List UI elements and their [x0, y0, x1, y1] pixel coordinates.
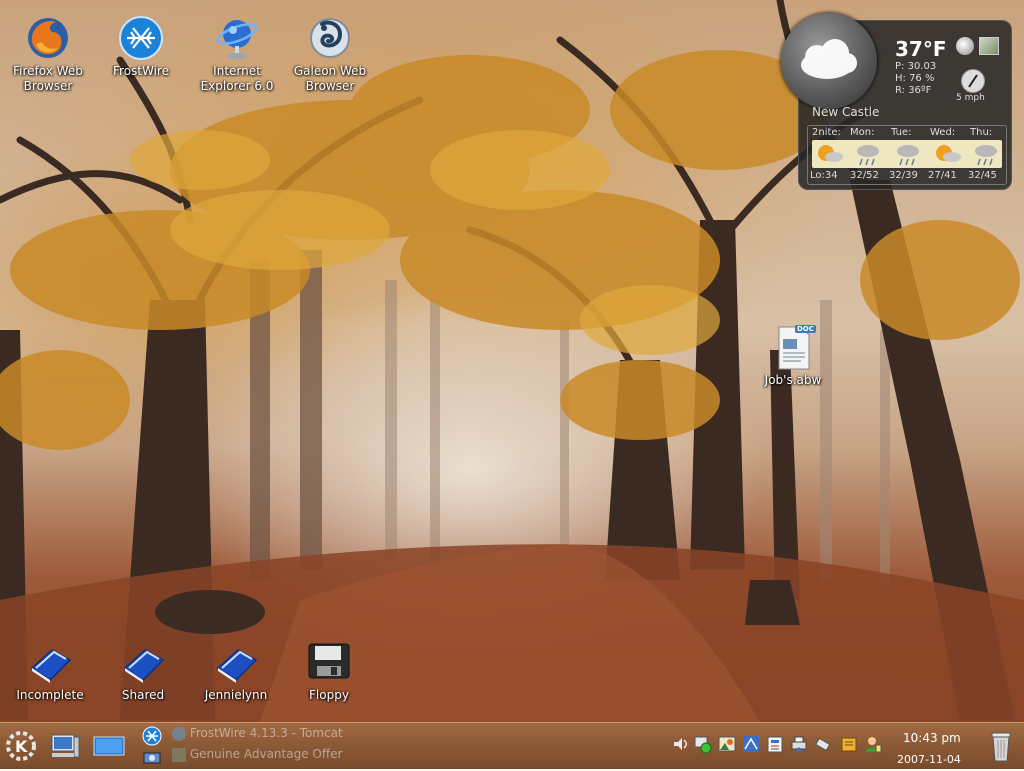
- desktop-icon-shared[interactable]: Shared: [95, 638, 191, 703]
- network-small-icon: [143, 752, 161, 764]
- printer-icon[interactable]: [790, 735, 808, 753]
- internet-explorer-icon: [213, 14, 261, 62]
- user-icon[interactable]: [864, 735, 882, 753]
- weather-real-feel: R: 36ºF: [895, 85, 932, 96]
- show-desktop-button[interactable]: [92, 729, 126, 763]
- document-icon: DOC: [769, 323, 817, 371]
- galeon-icon: [306, 14, 354, 62]
- forecast-day: Mon:: [850, 127, 875, 138]
- desktop-icon-label: FrostWire: [113, 64, 169, 78]
- desktop-icon-label: Floppy: [309, 688, 349, 702]
- rain-cloud-icon: [975, 145, 997, 166]
- forecast-day: Tue:: [891, 127, 912, 138]
- desktop-icon-jennielynn[interactable]: Jennielynn: [188, 638, 284, 703]
- quick-launch-stack[interactable]: [140, 725, 164, 767]
- partly-cloudy-icon: [818, 145, 843, 162]
- map-icon[interactable]: [979, 37, 999, 55]
- rain-cloud-icon: [897, 145, 919, 166]
- desktop-icon-floppy[interactable]: Floppy: [281, 638, 377, 703]
- clipboard-icon[interactable]: [766, 735, 784, 753]
- trash-icon: [991, 732, 1011, 762]
- book-folder-icon: [119, 638, 167, 686]
- weather-temperature: 37°F: [895, 37, 947, 61]
- desktop-icon: [93, 736, 125, 756]
- task-label: FrostWire 4.13.3 - Tomcat: [189, 726, 343, 740]
- taskbar-task-frostwire[interactable]: FrostWire 4.13.3 - Tomcat: [172, 726, 352, 744]
- frostwire-task-icon: [172, 726, 186, 741]
- frostwire-small-icon: [142, 726, 162, 746]
- svg-text:K: K: [15, 737, 28, 756]
- my-computer-button[interactable]: [48, 729, 82, 763]
- desktop-icon-firefox[interactable]: Firefox Web Browser: [0, 14, 96, 94]
- doc-badge: DOC: [795, 325, 816, 333]
- network-status-icon[interactable]: [694, 735, 712, 754]
- weather-pressure: P: 30.03: [895, 61, 937, 72]
- book-folder-icon: [26, 638, 74, 686]
- forecast-temps: 32/39: [889, 170, 918, 181]
- volume-icon[interactable]: [672, 735, 690, 753]
- globe-icon[interactable]: [956, 37, 974, 55]
- forecast-icon-strip: [812, 140, 1002, 168]
- kde-menu-button[interactable]: K: [4, 729, 38, 763]
- trash-button[interactable]: [986, 729, 1016, 763]
- desktop-icon-internet-explorer[interactable]: Internet Explorer 6.0: [189, 14, 285, 94]
- desktop-icon-incomplete[interactable]: Incomplete: [2, 638, 98, 703]
- taskbar: K FrostWire 4.13.3 - Tomcat Genuine Adva…: [0, 722, 1024, 769]
- weather-widget[interactable]: 37°F P: 30.03 H: 76 % R: 36ºF 5 mph New …: [781, 13, 1012, 190]
- forecast-temps: Lo:34: [810, 170, 838, 181]
- desktop-icon-label: Internet Explorer 6.0: [200, 64, 274, 93]
- desktop-icon-label: Shared: [121, 688, 165, 702]
- desktop-icon-jobs-abw[interactable]: DOC Job's.abw: [745, 323, 841, 388]
- desktop-icon-label: Job's.abw: [764, 373, 822, 387]
- forecast-temps: 32/52: [850, 170, 879, 181]
- forecast-temps: 27/41: [928, 170, 957, 181]
- floppy-disk-icon: [305, 638, 353, 686]
- frostwire-icon: [117, 14, 165, 62]
- computer-icon: [51, 734, 80, 758]
- firefox-icon: [24, 14, 72, 62]
- forecast-day: 2nite:: [812, 127, 841, 138]
- rain-cloud-icon: [857, 145, 879, 166]
- partly-cloudy-icon: [936, 145, 961, 162]
- weather-wind-speed: 5 mph: [956, 93, 985, 103]
- notes-icon[interactable]: [840, 735, 858, 753]
- desktop-icon-frostwire[interactable]: FrostWire: [93, 14, 189, 79]
- book-folder-icon: [212, 638, 260, 686]
- clock-time[interactable]: 10:43 pm: [903, 731, 961, 745]
- cloud-icon: [801, 39, 857, 79]
- clock-date[interactable]: 2007-11-04: [897, 753, 961, 766]
- forecast-day: Thu:: [970, 127, 993, 138]
- kde-gear-icon: K: [6, 731, 36, 761]
- desktop-icon-label: Galeon Web Browser: [293, 64, 367, 93]
- desktop-icon-label: Incomplete: [16, 688, 84, 702]
- taskbar-task-genuine-advantage[interactable]: Genuine Advantage Offer: [172, 747, 352, 765]
- wind-compass-icon: [961, 69, 985, 93]
- forecast-day: Wed:: [930, 127, 956, 138]
- desktop-icon-label: Firefox Web Browser: [13, 64, 83, 93]
- desktop-icon-galeon[interactable]: Galeon Web Browser: [282, 14, 378, 94]
- usb-drive-icon[interactable]: [814, 735, 832, 753]
- weather-humidity: H: 76 %: [895, 73, 935, 84]
- desktop-icon-label: Jennielynn: [204, 688, 268, 702]
- weather-city: New Castle: [812, 105, 880, 119]
- moon-icon: [781, 13, 877, 109]
- forecast-temps: 32/45: [968, 170, 997, 181]
- window-task-icon: [172, 747, 186, 762]
- image-viewer-icon[interactable]: [718, 735, 736, 753]
- weather-forecast: 2nite: Mon: Tue: Wed: Thu: Lo:34 32/52 3…: [807, 125, 1007, 185]
- network-manager-icon[interactable]: [742, 735, 760, 753]
- task-label: Genuine Advantage Offer: [189, 747, 343, 761]
